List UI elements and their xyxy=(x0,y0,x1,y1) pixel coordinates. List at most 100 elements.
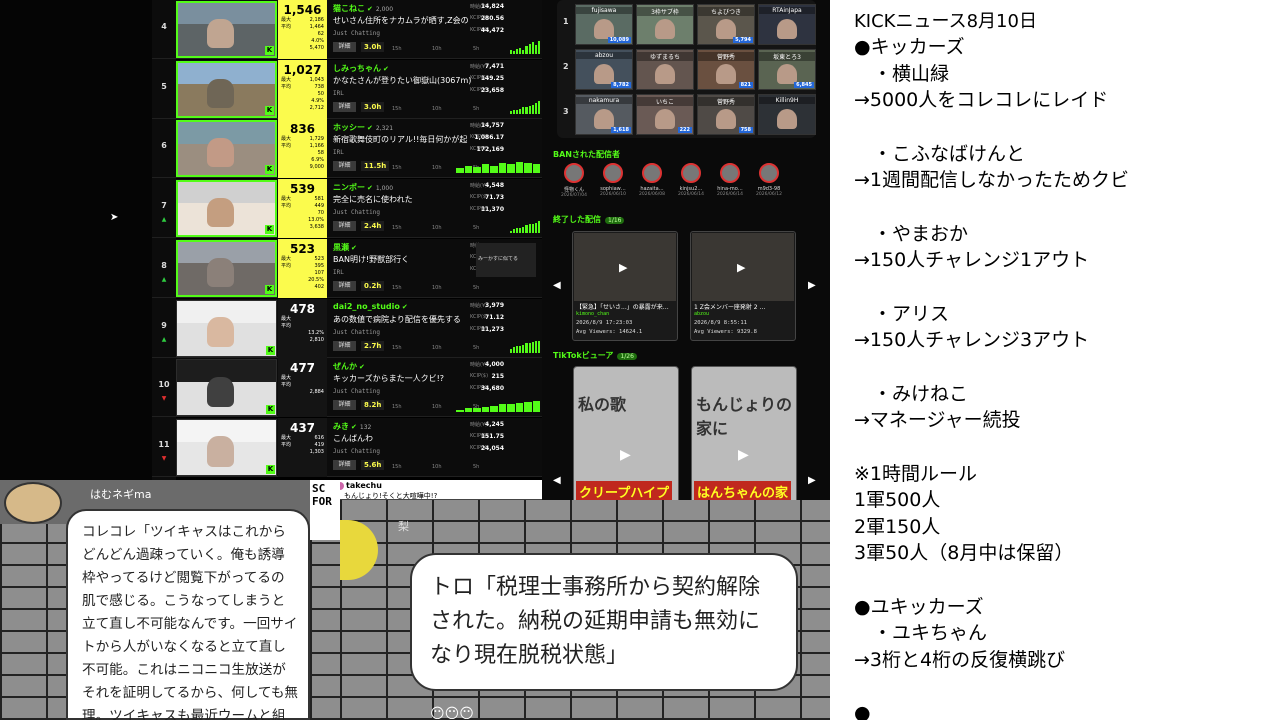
streamer-name[interactable]: ニンポー ✔ 1,000 xyxy=(333,182,393,193)
top3-cell[interactable]: 3枠サブ枠 xyxy=(636,4,694,45)
ranking-row[interactable]: 9 ▲ K 478 最大 平均 13.2% 2,810 dai2_no_studio ✔ あの数値で… xyxy=(152,298,542,358)
banned-streamer[interactable]: 怪物くん 2026/07/04 xyxy=(554,163,594,198)
banned-streamer[interactable]: m9d3-98 2026/06/12 xyxy=(749,163,789,197)
stat-value: 70 xyxy=(317,210,324,217)
detail-button[interactable]: 詳細 xyxy=(333,161,356,172)
ended-prev-arrow[interactable]: ◀ xyxy=(553,280,561,291)
avatar xyxy=(759,163,779,183)
ended-next-arrow[interactable]: ▶ xyxy=(808,280,816,291)
revenue-metric: 時給(¥) 4,548 xyxy=(470,182,540,189)
banned-streamer[interactable]: sophiaw… 2026/06/10 xyxy=(593,163,633,197)
sparkline-bar xyxy=(534,340,537,353)
ended-stream-card[interactable]: ▶ 【緊急】「せいさ...」の暴露が来… kimono_chan 2026/8/9 1… xyxy=(572,231,678,341)
stream-thumbnail[interactable]: K xyxy=(176,180,277,238)
ranking-row[interactable]: 4 K 1,546 最大 2,186 平均 1,464 62 4.0% 5,470 猫こねこ ✔ 2,0… xyxy=(152,0,542,59)
streamer-name[interactable]: 黒瀬 ✔ xyxy=(333,242,360,253)
news-line xyxy=(854,434,1280,461)
top3-cell[interactable]: abzou 8,782 xyxy=(575,49,633,90)
viewer-sparkline xyxy=(510,41,540,54)
streamer-name[interactable]: dai2_no_studio ✔ xyxy=(333,302,411,311)
stream-title: かなたさんが登りたい御嶽山(3067m) xyxy=(333,75,472,85)
viewer-count: 437 xyxy=(289,420,316,435)
viewer-stats: 539 最大 581 平均 449 70 13.0% 3,638 xyxy=(278,179,327,239)
tiktok-prev-arrow[interactable]: ◀ xyxy=(553,475,561,486)
verified-icon: ✔ xyxy=(383,64,389,73)
news-line: ●キッカーズ xyxy=(854,36,965,58)
revenue-metric: 時給(¥) 3,979 xyxy=(470,302,540,309)
top3-name: 坂東とろ3 xyxy=(759,52,815,61)
tiktok-card[interactable]: 私の歌 ▶ クリープハイプ xyxy=(573,366,679,506)
stat-line: 13.0% xyxy=(278,217,327,224)
ranking-row[interactable]: 7 ▲ K 539 最大 581 平均 449 70 13.0% 3,638 ニンポー ✔ 1,000 完全… xyxy=(152,179,542,239)
top3-cell[interactable]: 菅野秀 758 xyxy=(697,94,755,135)
top3-cell[interactable]: 菅野秀 821 xyxy=(697,49,755,90)
top3-cell[interactable]: RTAinJapa xyxy=(758,4,816,45)
face-shape xyxy=(776,18,798,39)
tiktok-next-arrow[interactable]: ▶ xyxy=(808,475,816,486)
stream-thumbnail[interactable]: K xyxy=(176,239,277,297)
ended-stream-card[interactable]: ▶ 1 Z会メンバー座発射 2 … abzou 2026/8/9 8:55:11 Avg… xyxy=(690,231,796,341)
ended-page-pill: 1/16 xyxy=(605,217,625,224)
ranking-row[interactable]: 5 K 1,027 最大 1,043 平均 738 50 4.9% 2,712 しみっちゃん ✔ かなた… xyxy=(152,59,542,119)
stream-thumbnail[interactable]: K xyxy=(176,418,277,476)
stat-line: 平均 1,166 xyxy=(278,143,327,150)
stat-line: 1,303 xyxy=(278,449,327,456)
detail-button[interactable]: 詳細 xyxy=(333,42,356,52)
top3-cell[interactable]: nakamura 1,618 xyxy=(575,94,633,135)
ranking-row[interactable]: 10 ▼ K 477 最大 平均 2,884 ぜんか ✔ キッカーズからまた一人クビ!? Just … xyxy=(152,358,542,418)
streamer-name-text: ぜんか xyxy=(333,362,357,372)
ranking-row[interactable]: 6 K 836 最大 1,729 平均 1,166 58 6.9% 9,000 ホッシー ✔ 2,321… xyxy=(152,119,542,179)
face-shape xyxy=(654,63,676,84)
chat-overlay-left: はむネギma コレコレ「ツイキャスはこれからどんどん過疎っていく。俺も誘導枠やっ… xyxy=(0,480,340,720)
detail-button[interactable]: 詳細 xyxy=(333,221,356,232)
top3-cell[interactable]: fujisawa 10,089 xyxy=(575,4,633,45)
banned-streamer[interactable]: hina-mo… 2026/06/14 xyxy=(710,163,750,197)
top3-views: 821 xyxy=(738,82,753,88)
rank-value: 7 xyxy=(161,201,167,211)
sparkline-bar xyxy=(531,42,534,54)
timeline-tick: 10h xyxy=(432,404,442,411)
ranking-row[interactable]: 8 ▲ K 523 最大 523 平均 395 107 20.5% 402 黒瀬 ✔ BAN明け!野獣部行… xyxy=(152,238,542,298)
news-line: →3桁と4桁の反復横跳び xyxy=(854,648,1066,671)
detail-button[interactable]: 詳細 xyxy=(333,400,356,411)
stream-thumbnail[interactable]: K xyxy=(176,120,277,178)
viewer-count: 523 xyxy=(289,241,316,256)
top3-cell[interactable]: いちこ 222 xyxy=(636,94,694,135)
stat-line: 平均 419 xyxy=(278,442,327,449)
tiktok-card[interactable]: もんじょりの家に ▶ はんちゃんの家 xyxy=(691,366,797,506)
banned-streamer[interactable]: hazaita… 2026/06/08 xyxy=(632,163,672,197)
stat-value: 13.0% xyxy=(308,217,324,224)
stat-value: 449 xyxy=(314,203,324,210)
metric-value: 7,471 xyxy=(485,62,504,70)
streamer-name[interactable]: ホッシー ✔ 2,321 xyxy=(333,122,393,133)
stream-thumbnail[interactable]: K xyxy=(176,1,277,58)
detail-button[interactable]: 詳細 xyxy=(333,340,356,351)
ranking-row[interactable]: 11 ▼ K 437 最大 616 平均 419 1,303 みき ✔ 132 こんばんわ Just Ch… xyxy=(152,417,542,477)
detail-button[interactable]: 詳細 xyxy=(333,459,356,470)
stream-info: dai2_no_studio ✔ あの数値で病院より配信を優先する Just Chat… xyxy=(328,299,542,358)
streamer-name[interactable]: ぜんか ✔ xyxy=(333,361,368,372)
streamer-name[interactable]: しみっちゃん ✔ xyxy=(333,63,392,74)
banned-streamer[interactable]: kinjsu2… 2026/06/14 xyxy=(671,163,711,197)
stream-thumbnail[interactable]: K xyxy=(176,299,277,357)
stream-category: IRL xyxy=(333,149,344,157)
sparkline-bar xyxy=(473,408,481,413)
detail-button[interactable]: 詳細 xyxy=(333,101,356,112)
chat-bubble: コレコレ「ツイキャスはこれからどんどん過疎っていく。俺も誘導枠やってるけど閲覧下… xyxy=(66,509,310,720)
streamer-name[interactable]: みき ✔ 132 xyxy=(333,421,371,432)
sparkline-bar xyxy=(464,408,472,413)
rank-number: 4 xyxy=(152,0,176,59)
revenue-metric: KCIP(¥) 11,370 xyxy=(470,206,540,213)
sparkline-bar xyxy=(531,342,534,353)
hamster-avatar xyxy=(4,482,62,524)
top3-cell[interactable]: ゆずまるち xyxy=(636,49,694,90)
stat-value: 2,884 xyxy=(309,389,324,396)
stream-thumbnail[interactable]: K xyxy=(176,359,277,417)
stream-thumbnail[interactable]: K xyxy=(176,60,277,118)
top3-cell[interactable]: 坂東とろ3 6,845 xyxy=(758,49,816,90)
top3-cell[interactable]: Killin9H xyxy=(758,94,816,135)
detail-button[interactable]: 詳細 xyxy=(333,280,356,291)
sparkline-bar xyxy=(522,107,525,114)
streamer-name[interactable]: 猫こねこ ✔ 2,000 xyxy=(333,3,393,14)
top3-cell[interactable]: ちよびつき 5,794 xyxy=(697,4,755,45)
